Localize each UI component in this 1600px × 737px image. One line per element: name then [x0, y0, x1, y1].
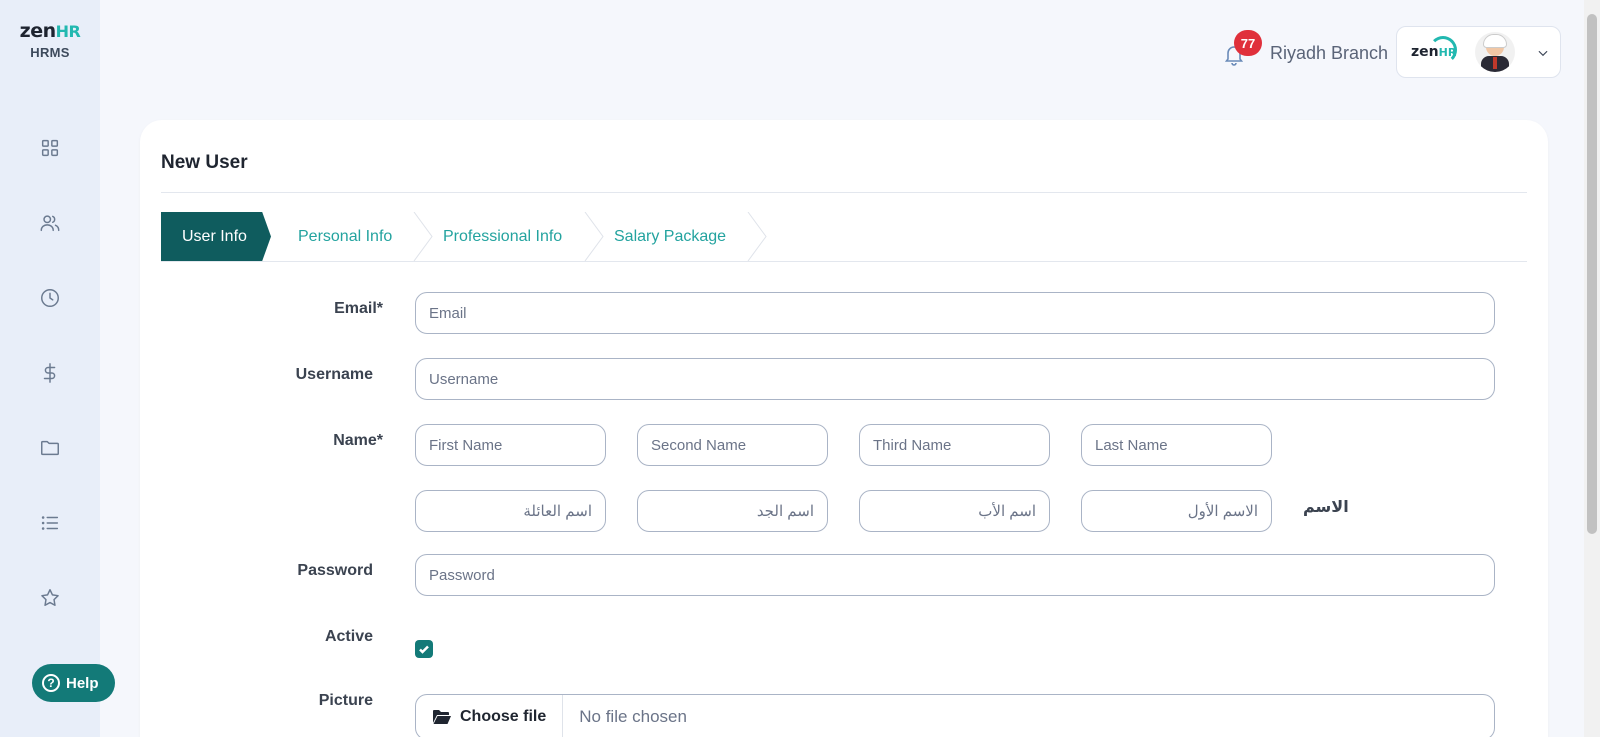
arabic-family-name-field[interactable]: [415, 490, 606, 532]
notification-badge[interactable]: 77: [1234, 30, 1262, 56]
dashboard-icon[interactable]: [38, 136, 62, 160]
second-name-field[interactable]: [637, 424, 828, 466]
scrollbar-thumb[interactable]: [1587, 14, 1597, 534]
logo-subtitle: HRMS: [30, 45, 70, 60]
picture-label: Picture: [318, 692, 373, 709]
choose-file-label: Choose file: [460, 708, 547, 725]
help-button[interactable]: ? Help: [32, 664, 115, 702]
new-user-card: New User User Info Personal Info Profess…: [140, 120, 1548, 737]
password-label: Password: [297, 562, 373, 579]
folder-icon[interactable]: [38, 436, 62, 460]
username-field[interactable]: [415, 358, 1495, 400]
avatar: [1475, 32, 1515, 72]
active-checkbox[interactable]: [415, 640, 433, 658]
step-salary-package[interactable]: Salary Package: [614, 212, 726, 261]
last-name-field[interactable]: [1081, 424, 1272, 466]
arabic-grandfather-name-field[interactable]: [637, 490, 828, 532]
zenhr-logo[interactable]: zenHR HRMS: [0, 20, 100, 60]
step-personal-info[interactable]: Personal Info: [298, 212, 392, 261]
users-icon[interactable]: [38, 211, 62, 235]
arabic-first-name-field[interactable]: [1081, 490, 1272, 532]
sidebar: zenHR HRMS ? Help: [0, 0, 115, 737]
help-label: Help: [66, 674, 99, 692]
arabic-name-label: الاسم: [1303, 499, 1349, 516]
account-menu[interactable]: zenHR: [1396, 26, 1561, 78]
clock-icon[interactable]: [38, 286, 62, 310]
logo-main: zen: [19, 20, 56, 42]
chevron-down-icon[interactable]: [1536, 46, 1548, 58]
username-label: Username: [295, 366, 373, 383]
step-user-info[interactable]: User Info: [161, 212, 271, 261]
active-label: Active: [324, 628, 373, 645]
page-title: New User: [161, 152, 248, 173]
stepper: User Info Personal Info Professional Inf…: [161, 211, 1527, 262]
picture-file-input[interactable]: Choose file No file chosen: [415, 694, 1495, 737]
first-name-field[interactable]: [415, 424, 606, 466]
logo-accent: HR: [55, 22, 81, 41]
divider: [161, 192, 1527, 193]
question-icon: ?: [42, 674, 60, 692]
step-separator: [413, 211, 433, 262]
email-field[interactable]: [415, 292, 1495, 334]
dollar-icon[interactable]: [38, 361, 62, 385]
arabic-father-name-field[interactable]: [859, 490, 1050, 532]
list-icon[interactable]: [38, 511, 62, 535]
step-separator: [584, 211, 604, 262]
branch-name[interactable]: Riyadh Branch: [1270, 43, 1388, 64]
name-label: Name*: [333, 432, 383, 449]
star-icon[interactable]: [38, 586, 62, 610]
folder-open-icon: [433, 710, 451, 724]
password-field[interactable]: [415, 554, 1495, 596]
step-separator: [747, 211, 767, 262]
step-professional-info[interactable]: Professional Info: [443, 212, 562, 261]
company-logo: zenHR: [1411, 36, 1459, 64]
choose-file-button[interactable]: Choose file: [416, 695, 564, 737]
email-label: Email*: [334, 300, 383, 317]
file-status: No file chosen: [579, 707, 687, 726]
third-name-field[interactable]: [859, 424, 1050, 466]
scrollbar[interactable]: [1584, 0, 1600, 737]
